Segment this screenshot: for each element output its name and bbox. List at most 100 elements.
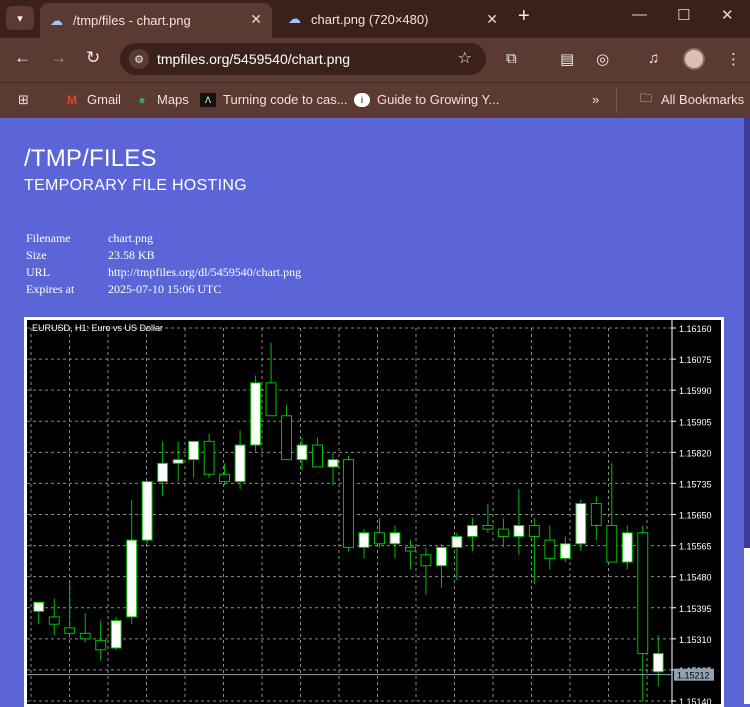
back-arrow-icon[interactable]: ←: [14, 48, 31, 68]
tab-tmpfiles[interactable]: ☁ /tmp/files - chart.png ✕: [40, 3, 272, 38]
cloud-upload-icon: ☁: [50, 12, 63, 28]
candle-bull: [389, 532, 401, 545]
candle-bear: [79, 632, 91, 640]
y-tick-label: 1.15820: [679, 448, 712, 458]
y-tick-label: 1.15395: [679, 604, 712, 614]
candle-bull: [110, 620, 122, 649]
chart-title: EURUSD, H1: Euro vs US Dollar: [32, 323, 163, 333]
candle-bear: [64, 627, 76, 634]
lens-icon[interactable]: ◎: [596, 50, 609, 68]
menu-kebab-icon[interactable]: ⋮: [726, 50, 741, 68]
bookmark-star-icon[interactable]: ☆: [458, 48, 472, 68]
tab-strip: ▾ ☁ /tmp/files - chart.png ✕ ☁ chart.png…: [0, 0, 750, 38]
tab-chart-image[interactable]: ☁ chart.png (720×480) ✕: [278, 3, 508, 35]
candle-bull: [327, 459, 339, 468]
bookmark-all[interactable]: 🗀 All Bookmarks: [638, 91, 744, 107]
candle-bull: [250, 382, 262, 446]
candle-bull: [621, 532, 633, 563]
site-info-icon[interactable]: ⚙: [129, 49, 149, 69]
candle-bull: [234, 444, 246, 483]
candle-bear: [312, 444, 323, 468]
candle-bear: [606, 524, 618, 563]
apps-grid-icon[interactable]: ⊞: [18, 92, 29, 108]
forward-arrow-icon[interactable]: →: [50, 48, 67, 68]
meta-value: 23.58 KB: [108, 248, 155, 262]
candle-bull: [141, 481, 153, 541]
current-price-label: 1.15212: [677, 671, 710, 681]
candle-bull: [157, 462, 169, 483]
candlestick-chart: 1.16160 1.16075 1.15990 1.15905 1.15820 1.157…: [27, 320, 721, 704]
bookmark-maps[interactable]: ● Maps: [134, 92, 189, 107]
browser-toolbar: ← → ↻ ⚙ tmpfiles.org/5459540/chart.png ☆…: [0, 38, 750, 82]
candle-bull: [513, 524, 525, 537]
y-tick-label: 1.15990: [679, 386, 712, 396]
bookmark-label: Maps: [157, 92, 189, 107]
page-subtitle: TEMPORARY FILE HOSTING: [24, 177, 247, 194]
file-meta-table: Filename chart.png Size 23.58 KB URL htt…: [26, 231, 301, 299]
close-icon[interactable]: ✕: [486, 11, 498, 28]
candle-bull: [435, 546, 447, 567]
y-tick-label: 1.16075: [679, 355, 712, 365]
extensions-icon[interactable]: ⧉: [506, 50, 517, 67]
candle-bear: [544, 539, 556, 559]
page-scrollbar[interactable]: [744, 118, 750, 548]
tab-title: /tmp/files - chart.png: [73, 13, 191, 28]
y-tick-label: 1.15310: [679, 635, 712, 645]
bookmark-turning-code[interactable]: Λ Turning code to cas...: [200, 92, 348, 107]
candle-bull: [33, 601, 45, 612]
candle-bear: [482, 524, 494, 530]
candle-bull: [358, 532, 370, 548]
site-icon: i: [354, 92, 370, 107]
candle-bear: [637, 532, 649, 654]
new-tab-button[interactable]: +: [518, 5, 530, 28]
more-bookmarks-icon[interactable]: »: [592, 92, 599, 107]
tab-search-button[interactable]: ▾: [6, 6, 34, 30]
address-bar[interactable]: ⚙ tmpfiles.org/5459540/chart.png ☆: [120, 43, 486, 75]
meta-value-link[interactable]: http://tmpfiles.org/dl/5459540/chart.png: [108, 265, 301, 282]
reading-list-icon[interactable]: ▤: [560, 50, 574, 68]
maximize-icon[interactable]: ☐: [677, 6, 690, 24]
folder-icon: 🗀: [639, 91, 652, 105]
chevron-down-icon: ▾: [17, 12, 23, 25]
meta-row-expires: Expires at 2025-07-10 15:06 UTC: [26, 282, 301, 299]
candle-bear: [219, 473, 231, 483]
bookmark-gmail[interactable]: M Gmail: [64, 92, 121, 107]
candle-bull: [559, 543, 571, 559]
bookmark-guide[interactable]: i Guide to Growing Y...: [354, 92, 499, 107]
minimize-icon[interactable]: —: [632, 6, 647, 23]
meta-row-size: Size 23.58 KB: [26, 248, 301, 265]
meta-row-url: URL http://tmpfiles.org/dl/5459540/chart…: [26, 265, 301, 282]
profile-avatar[interactable]: [683, 48, 705, 70]
candle-bear: [203, 440, 215, 475]
y-tick-label: 1.15905: [679, 417, 712, 427]
reload-icon[interactable]: ↻: [86, 48, 100, 68]
candle-bull: [188, 440, 200, 461]
candle-bull: [172, 459, 184, 464]
tab-title: chart.png (720×480): [311, 11, 429, 27]
bookmarks-bar: ⊞ M Gmail ● Maps Λ Turning code to cas..…: [0, 82, 750, 118]
candle-bear: [497, 528, 509, 537]
chart-image[interactable]: 1.16160 1.16075 1.15990 1.15905 1.15820 1.157…: [24, 317, 724, 707]
bookmark-label: Guide to Growing Y...: [377, 92, 500, 107]
meta-row-filename: Filename chart.png: [26, 231, 301, 248]
candle-bear: [374, 532, 385, 545]
candle-bear: [528, 524, 540, 537]
candle-bear: [48, 616, 60, 625]
y-tick-label: 1.15565: [679, 542, 712, 552]
meta-key: Expires at: [26, 282, 75, 296]
candle-bull: [466, 524, 478, 537]
candle-bear: [404, 546, 416, 552]
page-title: /TMP/FILES: [24, 145, 157, 172]
y-tick-label: 1.15650: [679, 511, 712, 521]
close-icon[interactable]: ✕: [250, 11, 262, 28]
meta-value: chart.png: [108, 231, 153, 245]
y-tick-label: 1.15140: [679, 697, 712, 704]
bookmarks-divider: [616, 87, 617, 113]
window-close-icon[interactable]: ✕: [721, 6, 734, 24]
candle-bull: [296, 444, 308, 461]
candle-bear: [95, 640, 107, 651]
meta-key: URL: [26, 265, 50, 279]
media-control-icon[interactable]: ♫: [648, 50, 659, 67]
url-text[interactable]: tmpfiles.org/5459540/chart.png: [157, 51, 350, 67]
candle-bear: [420, 554, 432, 567]
